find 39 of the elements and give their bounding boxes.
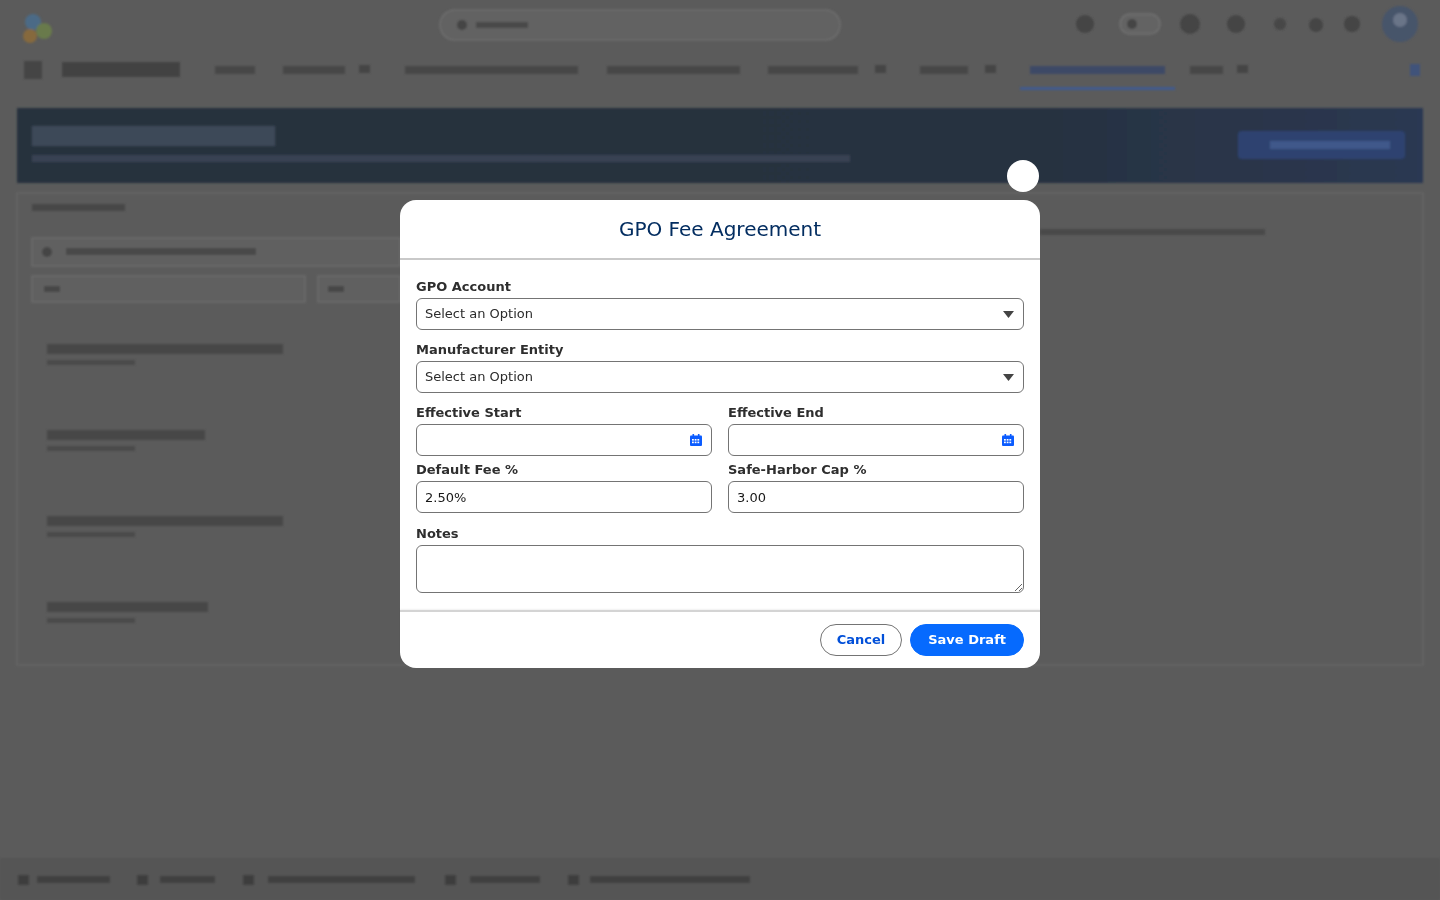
blurred-dropdown-field[interactable] bbox=[31, 275, 306, 303]
text-field[interactable]: 2.50% bbox=[416, 481, 712, 513]
blurred-pencil-icon[interactable] bbox=[1410, 64, 1420, 76]
blurred-dropdown-field[interactable] bbox=[317, 275, 401, 303]
caret-down-icon bbox=[1003, 373, 1014, 381]
blurred-search-field[interactable] bbox=[439, 9, 841, 41]
blurred-footer-icon[interactable] bbox=[568, 875, 579, 885]
blurred-text-drawing[interactable] bbox=[1030, 66, 1165, 74]
field-label: Effective End bbox=[728, 404, 825, 422]
blurred-toggle-icon[interactable] bbox=[1119, 13, 1161, 35]
blurred-footer-icon[interactable] bbox=[445, 875, 456, 885]
field-label: Manufacturer Entity bbox=[416, 341, 565, 359]
field-label: Notes bbox=[416, 525, 460, 543]
textarea-field[interactable] bbox=[416, 545, 1024, 593]
cancel-button[interactable]: Cancel bbox=[819, 624, 903, 656]
avatar-icon[interactable] bbox=[1382, 6, 1418, 42]
caret-down-icon bbox=[1003, 310, 1014, 318]
dropdown-field[interactable]: Select an Option bbox=[416, 361, 1024, 393]
blurred-text-drawing bbox=[476, 22, 528, 28]
dropdown-field[interactable]: Select an Option bbox=[416, 298, 1024, 330]
save-button[interactable]: Save Draft bbox=[910, 624, 1024, 656]
calendar-icon[interactable] bbox=[1002, 434, 1014, 446]
blurred-footer-icon[interactable] bbox=[18, 875, 29, 885]
date-field[interactable] bbox=[416, 424, 712, 456]
field-label: Safe-Harbor Cap % bbox=[728, 461, 868, 479]
field-label: GPO Account bbox=[416, 278, 512, 296]
date-field[interactable] bbox=[728, 424, 1024, 456]
blurred-search-icon bbox=[42, 247, 52, 257]
blurred-footer-icon[interactable] bbox=[243, 875, 254, 885]
circle-icon[interactable] bbox=[1007, 160, 1039, 192]
blurred-banner-button[interactable] bbox=[1238, 131, 1405, 159]
field-label: Default Fee % bbox=[416, 461, 520, 479]
blurred-footer-icon[interactable] bbox=[137, 875, 148, 885]
field-label: Effective Start bbox=[416, 404, 523, 422]
dialog-title: GPO Fee Agreement bbox=[618, 216, 822, 242]
blurred-search-icon bbox=[457, 20, 467, 30]
text-field[interactable]: 3.00 bbox=[728, 481, 1024, 513]
logo-icon[interactable] bbox=[23, 14, 52, 43]
calendar-icon[interactable] bbox=[690, 434, 702, 446]
